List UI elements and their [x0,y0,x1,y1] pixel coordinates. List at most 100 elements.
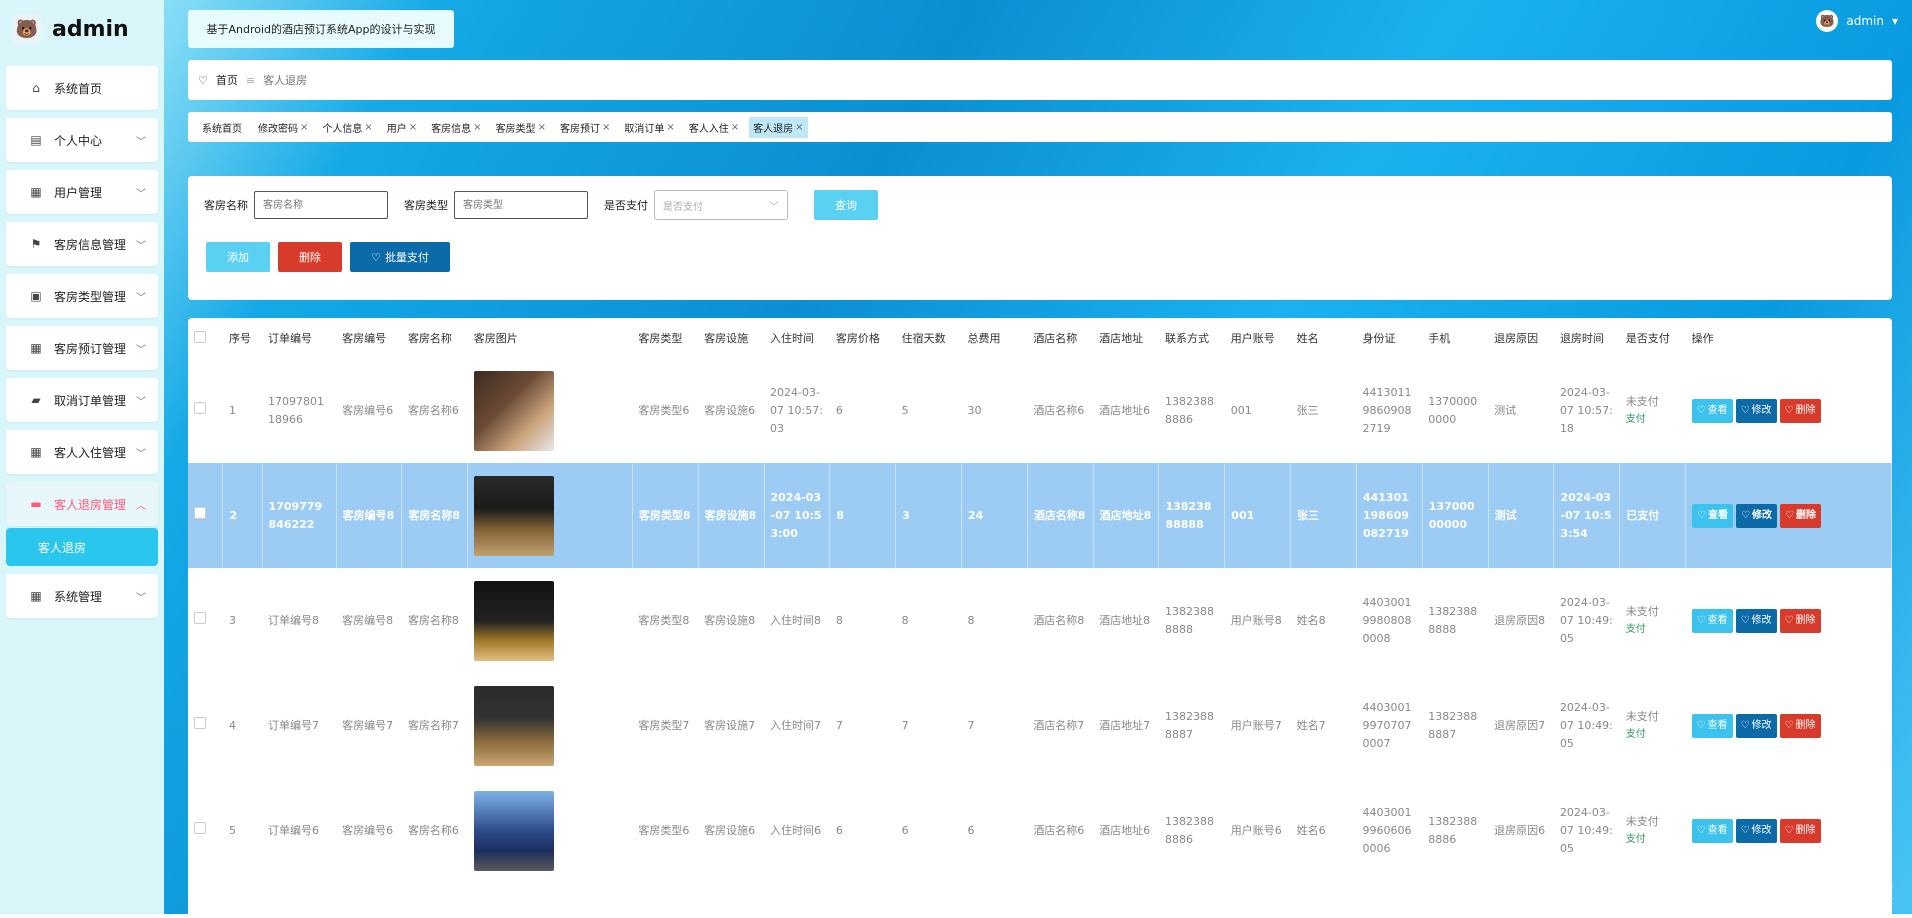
delete-row-button[interactable]: ♡ 删除 [1779,398,1821,423]
cell-reason: 测试 [1494,403,1517,417]
tab-label: 取消订单 [624,123,665,135]
pay-link[interactable]: 支付 [1626,411,1680,429]
pay-link[interactable]: 支付 [1626,726,1680,744]
heart-icon: ♡ [1784,719,1794,731]
tab-room-info[interactable]: 客房信息 × [427,117,485,138]
close-icon[interactable]: × [300,122,308,133]
heart-icon: ♡ [1784,404,1794,416]
tab-booking[interactable]: 客房预订 × [556,117,614,138]
row-select-cell[interactable] [188,673,223,778]
checkbox[interactable] [194,821,206,834]
button-label: 删除 [1795,824,1816,836]
checkbox[interactable] [194,330,206,343]
sidebar-item-profile[interactable]: ▤ 个人中心 ﹀ [6,118,158,162]
pay-link[interactable]: 支付 [1626,831,1680,849]
view-button[interactable]: ♡ 查看 [1692,503,1734,528]
tab-label: 修改密码 [258,123,298,135]
tab-users[interactable]: 用户 × [383,117,421,138]
sidebar-item-checkin[interactable]: ▦ 客人入住管理 ﹀ [6,430,158,474]
breadcrumb-home[interactable]: 首页 [216,72,238,88]
table-row[interactable]: 2 1709779846222 客房编号8 客房名称8 客房类型8 客房设施8 2024-0… [188,463,1892,568]
checkbox[interactable] [194,716,206,729]
cell-name: 姓名6 [1296,823,1326,837]
cell-room-name: 客房名称8 [407,613,459,627]
sidebar: 🐻 admin ⌂ 系统首页 ▤ 个人中心 ﹀ ▦ 用户管理 ﹀ ⚑ 客房信息管理 ﹀ ▣ 客房… [0,0,164,914]
cell-hotel: 酒店名称6 [1033,403,1085,417]
column-header: 总费用 [967,332,1001,345]
ops-cell: ♡ 查看 ♡ 修改 ♡ 删除 [1686,358,1892,463]
view-button[interactable]: ♡ 查看 [1691,818,1733,843]
sidebar-item-booking[interactable]: ▦ 客房预订管理 ﹀ [6,326,158,370]
batch-pay-button[interactable]: ♡ 批量支付 [350,242,450,272]
close-icon[interactable]: × [731,122,739,133]
close-icon[interactable]: × [409,122,417,133]
edit-button[interactable]: ♡ 修改 [1736,503,1778,528]
table-row[interactable]: 4 订单编号7 客房编号7 客房名称7 客房类型7 客房设施7 入住时间7 7 7 7 酒店名称7 酒… [188,673,1892,778]
close-icon[interactable]: × [364,122,372,133]
row-select-cell[interactable] [188,358,223,463]
user-menu[interactable]: 🐻 admin ▾ [1816,10,1898,32]
chevron-down-icon: ﹀ [136,448,146,460]
sidebar-item-home[interactable]: ⌂ 系统首页 [6,66,158,110]
room-type-input[interactable] [454,191,588,219]
delete-button[interactable]: 删除 [278,242,342,272]
sidebar-item-users[interactable]: ▦ 用户管理 ﹀ [6,170,158,214]
view-button[interactable]: ♡ 查看 [1691,608,1733,633]
close-icon[interactable]: × [602,122,610,133]
cell-room-name: 客房名称6 [407,823,459,837]
cell-name: 张三 [1290,463,1357,568]
checkbox[interactable] [194,506,206,519]
edit-button[interactable]: ♡ 修改 [1735,608,1777,633]
view-button[interactable]: ♡ 查看 [1691,398,1733,423]
sidebar-subitem-checkout[interactable]: 客人退房 [6,528,158,566]
paid-select[interactable]: 是否支付 ﹀ [654,190,788,220]
pay-link[interactable]: 支付 [1626,621,1680,639]
tab-room-type[interactable]: 客房类型 × [492,117,550,138]
close-icon[interactable]: × [795,122,803,133]
tab-checkout[interactable]: 客人退房 × [749,116,808,138]
cell-idcard: 441301198609082719 [1362,385,1412,435]
edit-button[interactable]: ♡ 修改 [1735,398,1777,423]
add-button[interactable]: 添加 [206,242,270,272]
edit-button[interactable]: ♡ 修改 [1735,713,1777,738]
sidebar-item-checkout[interactable]: ▬ 客人退房管理 ︿ [6,482,158,526]
tab-personal-info[interactable]: 个人信息 × [318,117,376,138]
checkbox[interactable] [194,401,206,414]
tab-checkin[interactable]: 客人入住 × [685,117,743,138]
close-icon[interactable]: × [666,122,674,133]
cell-room-name: 客房名称7 [407,718,459,732]
delete-row-button[interactable]: ♡ 删除 [1779,818,1821,843]
header-select-all[interactable] [188,318,223,358]
close-icon[interactable]: × [538,122,546,133]
tab-home[interactable]: 系统首页 [198,117,248,138]
sidebar-item-room-info[interactable]: ⚑ 客房信息管理 ﹀ [6,222,158,266]
edit-button[interactable]: ♡ 修改 [1735,818,1777,843]
sidebar-item-cancel-order[interactable]: ▰ 取消订单管理 ﹀ [6,378,158,422]
cell-account: 001 [1230,403,1252,417]
row-select-cell[interactable] [188,778,223,883]
row-select-cell[interactable] [188,568,223,673]
cell-room-name: 客房名称8 [401,463,469,568]
paid-select-value: 是否支付 [663,201,703,213]
sidebar-item-room-type[interactable]: ▣ 客房类型管理 ﹀ [6,274,158,318]
view-button[interactable]: ♡ 查看 [1691,713,1733,738]
sidebar-item-system[interactable]: ▦ 系统管理 ﹀ [6,574,158,618]
delete-row-button[interactable]: ♡ 删除 [1779,713,1821,738]
cell-name: 姓名7 [1296,718,1326,732]
row-select-cell[interactable] [188,463,224,568]
room-image [474,475,555,556]
delete-row-button[interactable]: ♡ 删除 [1780,503,1821,528]
tab-cancel-order[interactable]: 取消订单 × [620,117,678,138]
checkbox[interactable] [194,611,206,624]
sidebar-item-label: 客房信息管理 [54,237,127,252]
table-row[interactable]: 1 1709780118966 客房编号6 客房名称6 客房类型6 客房设施6 2024-0… [188,358,1892,463]
ops-cell: ♡ 查看 ♡ 修改 ♡ 删除 [1685,463,1892,568]
cell-price: 8 [835,613,843,627]
query-button[interactable]: 查询 [814,190,878,220]
cell-room-no: 客房编号8 [336,463,403,568]
room-name-input[interactable] [254,191,388,219]
tab-change-password[interactable]: 修改密码 × [254,117,312,138]
close-icon[interactable]: × [473,122,481,133]
table-row[interactable]: 3 订单编号8 客房编号8 客房名称8 客房类型8 客房设施8 入住时间8 8 8 8 酒店名称8 酒… [188,568,1892,673]
delete-row-button[interactable]: ♡ 删除 [1779,608,1821,633]
